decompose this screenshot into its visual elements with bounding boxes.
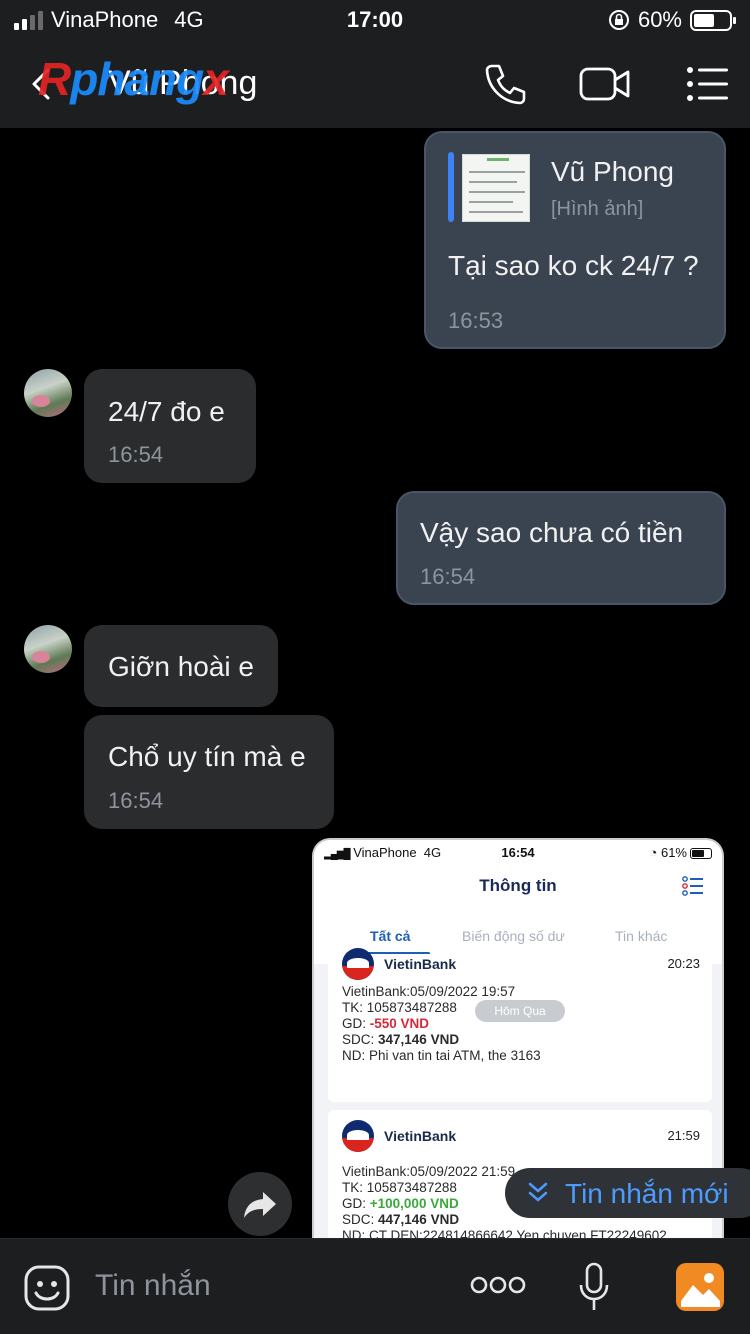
filter-list-icon	[682, 876, 703, 896]
message-time: 16:53	[448, 308, 504, 333]
screenshot-status-bar: ▂▄▆█ VinaPhone 4G 16:54 ◔ 61%	[314, 840, 722, 866]
status-bar: VinaPhone 4G 17:00 60%	[0, 0, 750, 40]
date-pill: Hôm Qua	[475, 1000, 565, 1022]
reply-type-label: [Hình ảnh]	[551, 198, 644, 220]
video-call-icon[interactable]	[578, 60, 632, 108]
message-text: 24/7 đo e	[108, 396, 225, 427]
more-options-icon[interactable]	[470, 1275, 526, 1295]
battery-icon	[690, 9, 736, 31]
tab-other: Tin khác	[615, 928, 668, 944]
message-text: Tại sao ko ck 24/7 ?	[448, 250, 699, 281]
rotation-lock-icon	[608, 10, 629, 30]
vietinbank-logo-icon	[342, 948, 374, 980]
screenshot-title: Thông tin	[479, 876, 557, 895]
reply-quote-bar	[448, 152, 454, 222]
watermark-logo: Rphangx	[38, 53, 229, 105]
message-composer: Tin nhắn	[0, 1238, 750, 1334]
sticker-emoji-icon[interactable]	[22, 1263, 72, 1313]
forward-arrow-icon	[244, 1192, 276, 1218]
avatar[interactable]	[24, 369, 72, 417]
tab-balance-changes: Biến động số dư	[462, 928, 565, 944]
menu-list-icon[interactable]	[684, 60, 732, 108]
new-message-label: Tin nhắn mới	[565, 1178, 729, 1209]
message-text: Vậy sao chưa có tiền	[420, 517, 684, 548]
message-time: 16:54	[108, 788, 164, 813]
reply-sender-name: Vũ Phong	[551, 156, 674, 187]
photo-gallery-icon[interactable]	[676, 1263, 724, 1311]
reply-image-thumbnail[interactable]	[462, 154, 530, 222]
avatar[interactable]	[24, 625, 72, 673]
message-input[interactable]: Tin nhắn	[95, 1269, 211, 1303]
microphone-icon[interactable]	[578, 1261, 610, 1313]
new-message-indicator[interactable]: Tin nhắn mới	[505, 1168, 750, 1218]
double-chevron-down-icon	[528, 1182, 548, 1202]
notification-card: VietinBank 20:23 VietinBank:05/09/2022 1…	[328, 948, 712, 1102]
vietinbank-logo-icon	[342, 1120, 374, 1152]
chat-header: Vũ Phong Rphangx	[0, 40, 750, 128]
message-text: Chổ uy tín mà e	[108, 741, 306, 772]
message-text: Giỡn hoài e	[108, 651, 255, 682]
message-time: 16:54	[420, 564, 476, 589]
share-forward-button[interactable]	[228, 1172, 292, 1236]
battery-percent: 60%	[637, 7, 682, 32]
message-time: 16:54	[108, 442, 164, 467]
tab-all: Tất cả	[370, 928, 411, 944]
phone-call-icon[interactable]	[482, 60, 530, 108]
